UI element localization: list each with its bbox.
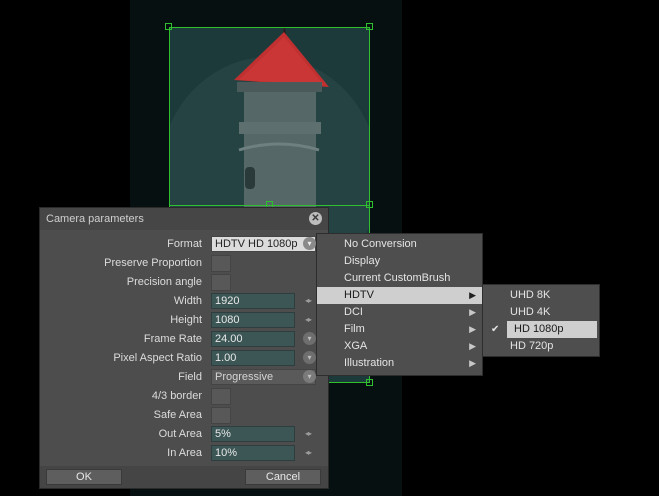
menu-item-uhd-8k[interactable]: UHD 8K bbox=[483, 287, 599, 304]
precision-angle-label: Precision angle bbox=[126, 276, 202, 288]
width-field[interactable]: 1920 bbox=[211, 293, 295, 309]
menu-item-label: HD 720p bbox=[510, 340, 554, 352]
checkmark-holder: ✔ bbox=[483, 321, 503, 338]
checkmark-icon: ✔ bbox=[491, 324, 500, 335]
submenu-arrow-icon: ▶ bbox=[469, 358, 476, 368]
menu-item-illustration[interactable]: Illustration ▶ bbox=[317, 355, 482, 372]
field-value: Progressive bbox=[215, 371, 274, 383]
format-value: HDTV HD 1080p bbox=[215, 238, 298, 250]
safe-area-label: Safe Area bbox=[153, 409, 202, 421]
out-area-label: Out Area bbox=[158, 428, 202, 440]
precision-angle-row: Precision angle bbox=[40, 273, 328, 292]
submenu-arrow-icon: ▶ bbox=[469, 324, 476, 334]
menu-item-label: UHD 4K bbox=[510, 306, 551, 318]
in-area-spin-icon[interactable]: ◂▸ bbox=[305, 448, 312, 457]
chevron-down-icon[interactable]: ▾ bbox=[303, 237, 316, 250]
menu-item-label: HDTV bbox=[344, 289, 374, 301]
height-label: Height bbox=[170, 314, 202, 326]
safe-area-checkbox[interactable] bbox=[211, 407, 231, 424]
field-row: Field Progressive ▾ bbox=[40, 368, 328, 387]
menu-item-label: UHD 8K bbox=[510, 289, 551, 301]
cancel-button[interactable]: Cancel bbox=[245, 469, 321, 485]
out-area-spin-icon[interactable]: ◂▸ bbox=[305, 429, 312, 438]
height-row: Height 1080 ◂▸ bbox=[40, 311, 328, 330]
height-field[interactable]: 1080 bbox=[211, 312, 295, 328]
close-icon[interactable]: ✕ bbox=[309, 212, 322, 225]
frame-rate-label: Frame Rate bbox=[143, 333, 202, 345]
menu-item-display[interactable]: Display bbox=[317, 253, 482, 270]
menu-item-label: Current CustomBrush bbox=[344, 272, 451, 284]
menu-item-label: Display bbox=[344, 255, 381, 267]
submenu-arrow-icon: ▶ bbox=[469, 290, 476, 300]
pixel-aspect-label: Pixel Aspect Ratio bbox=[113, 352, 202, 364]
pixel-aspect-dropdown-icon[interactable]: ▾ bbox=[303, 351, 316, 364]
in-area-field[interactable]: 10% bbox=[211, 445, 295, 461]
menu-item-dci[interactable]: DCI ▶ bbox=[317, 304, 482, 321]
frame-handle-bottom-right[interactable] bbox=[366, 379, 373, 386]
width-label: Width bbox=[173, 295, 202, 307]
chevron-down-icon[interactable]: ▾ bbox=[303, 370, 316, 383]
menu-item-label: DCI bbox=[344, 306, 363, 318]
precision-angle-checkbox[interactable] bbox=[211, 274, 231, 291]
dialog-title: Camera parameters bbox=[46, 213, 144, 225]
out-area-field[interactable]: 5% bbox=[211, 426, 295, 442]
height-spin-icon[interactable]: ◂▸ bbox=[305, 315, 312, 324]
border-43-checkbox[interactable] bbox=[211, 388, 231, 405]
menu-item-label: HD 1080p bbox=[514, 323, 564, 335]
ok-button[interactable]: OK bbox=[46, 469, 122, 485]
menu-item-no-conversion[interactable]: No Conversion bbox=[317, 236, 482, 253]
menu-item-current-custombrush[interactable]: Current CustomBrush bbox=[317, 270, 482, 287]
field-select[interactable]: Progressive ▾ bbox=[211, 369, 316, 385]
menu-item-hdtv[interactable]: HDTV ▶ bbox=[317, 287, 482, 304]
in-area-row: In Area 10% ◂▸ bbox=[40, 444, 328, 463]
menu-item-label: Film bbox=[344, 323, 365, 335]
frame-handle-right[interactable] bbox=[366, 201, 373, 208]
border-43-label: 4/3 border bbox=[151, 390, 202, 402]
preserve-proportion-checkbox[interactable] bbox=[211, 255, 231, 272]
width-spin-icon[interactable]: ◂▸ bbox=[305, 296, 312, 305]
format-category-menu: No Conversion Display Current CustomBrus… bbox=[316, 233, 483, 376]
menu-item-hd-720p[interactable]: HD 720p bbox=[483, 338, 599, 355]
frame-rate-row: Frame Rate 24.00 ▾ bbox=[40, 330, 328, 349]
frame-handle-top-right[interactable] bbox=[366, 23, 373, 30]
format-select[interactable]: HDTV HD 1080p ▾ bbox=[211, 236, 316, 252]
menu-item-label: No Conversion bbox=[344, 238, 417, 250]
menu-item-xga[interactable]: XGA ▶ bbox=[317, 338, 482, 355]
pixel-aspect-row: Pixel Aspect Ratio 1.00 ▾ bbox=[40, 349, 328, 368]
submenu-arrow-icon: ▶ bbox=[469, 307, 476, 317]
format-label: Format bbox=[167, 238, 202, 250]
field-label: Field bbox=[178, 371, 202, 383]
camera-parameters-dialog: Camera parameters ✕ Format HDTV HD 1080p… bbox=[39, 207, 329, 489]
border-43-row: 4/3 border bbox=[40, 387, 328, 406]
menu-item-label: XGA bbox=[344, 340, 368, 352]
out-area-row: Out Area 5% ◂▸ bbox=[40, 425, 328, 444]
preserve-proportion-row: Preserve Proportion bbox=[40, 254, 328, 273]
format-row: Format HDTV HD 1080p ▾ bbox=[40, 235, 328, 254]
width-row: Width 1920 ◂▸ bbox=[40, 292, 328, 311]
frame-rate-dropdown-icon[interactable]: ▾ bbox=[303, 332, 316, 345]
pixel-aspect-field[interactable]: 1.00 bbox=[211, 350, 295, 366]
dialog-footer: OK Cancel bbox=[40, 466, 328, 488]
preserve-proportion-label: Preserve Proportion bbox=[104, 257, 202, 269]
frame-rate-field[interactable]: 24.00 bbox=[211, 331, 295, 347]
in-area-label: In Area bbox=[167, 447, 202, 459]
menu-item-uhd-4k[interactable]: UHD 4K bbox=[483, 304, 599, 321]
menu-item-film[interactable]: Film ▶ bbox=[317, 321, 482, 338]
dialog-title-bar[interactable]: Camera parameters ✕ bbox=[40, 208, 328, 230]
frame-handle-top-left[interactable] bbox=[165, 23, 172, 30]
hdtv-submenu: UHD 8K UHD 4K HD 1080p ✔ HD 720p bbox=[482, 284, 600, 357]
safe-area-row: Safe Area bbox=[40, 406, 328, 425]
menu-item-hd-1080p[interactable]: HD 1080p bbox=[507, 321, 597, 338]
menu-item-label: Illustration bbox=[344, 357, 395, 369]
submenu-arrow-icon: ▶ bbox=[469, 341, 476, 351]
